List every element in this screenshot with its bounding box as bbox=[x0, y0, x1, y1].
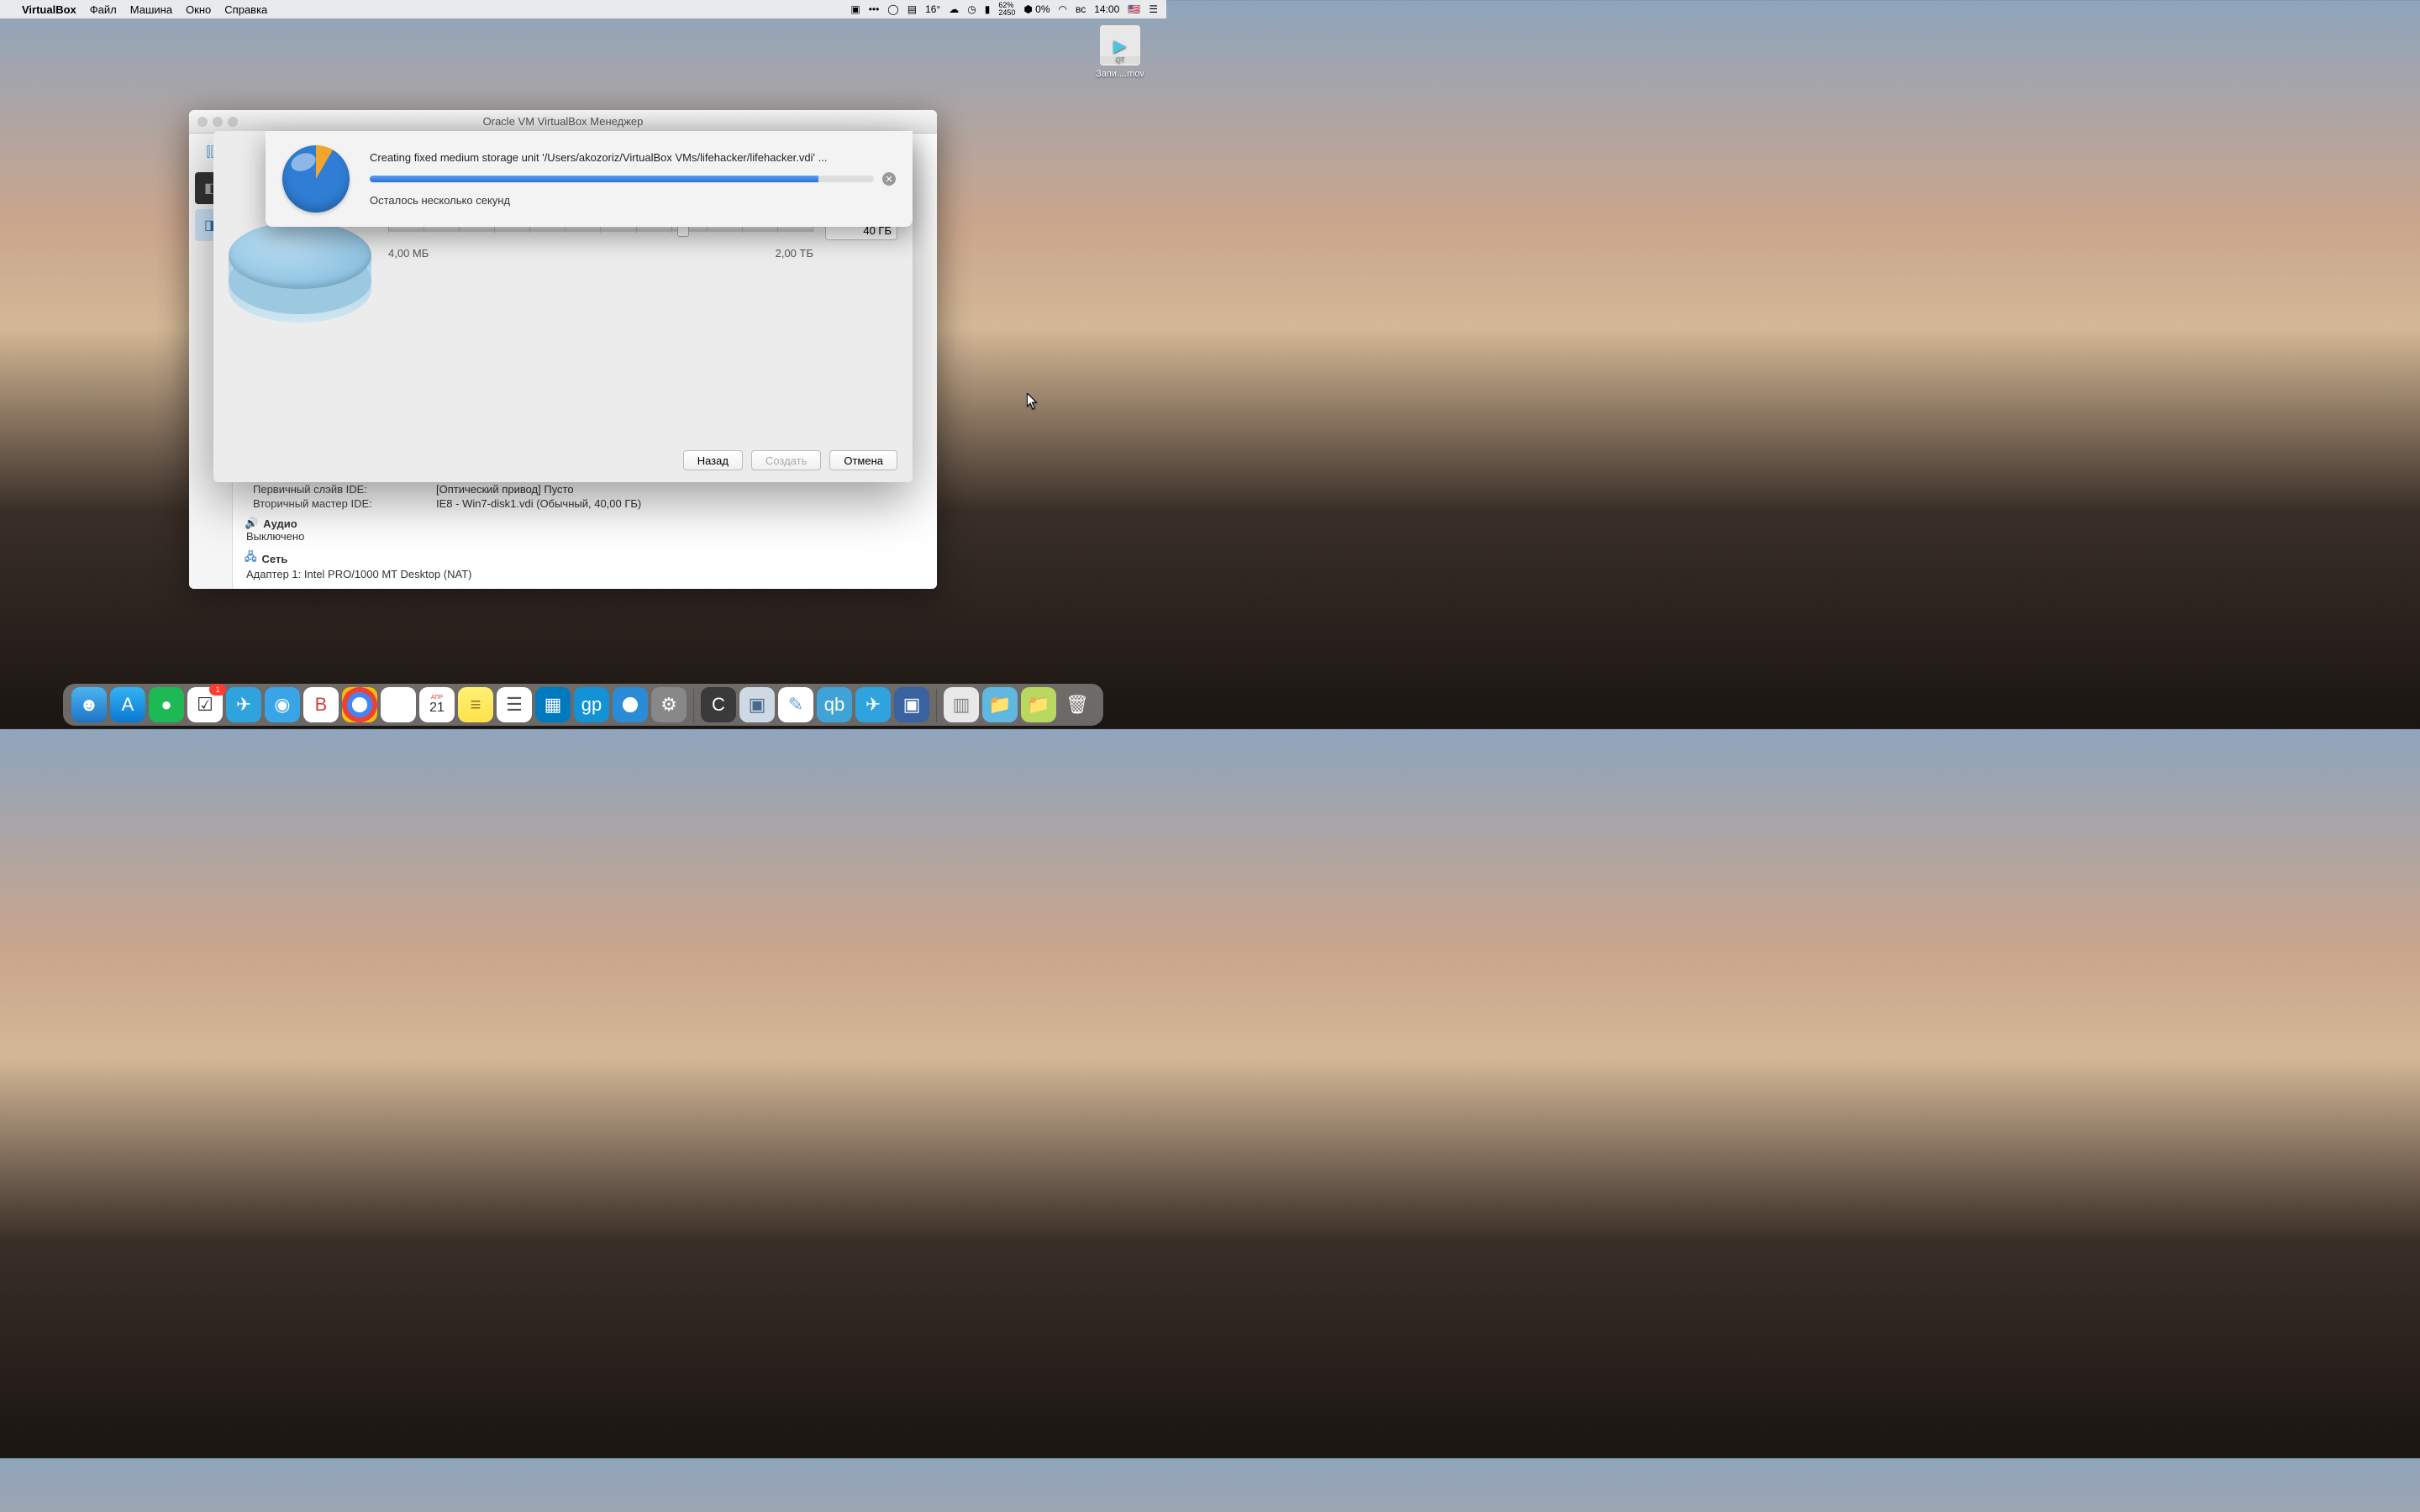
detail-value: [Оптический привод] Пусто bbox=[436, 483, 574, 496]
status-battery-detail: 62%2450 bbox=[998, 2, 1015, 17]
dock-bear[interactable]: B bbox=[303, 687, 339, 722]
desktop-file[interactable]: ▶ Запи....mov bbox=[1095, 25, 1145, 79]
menu-window[interactable]: Окно bbox=[186, 3, 211, 16]
dock-app-c[interactable]: C bbox=[701, 687, 736, 722]
dock-separator bbox=[693, 689, 694, 722]
dock: ☻ A ● ☑ ✈ ◉ B ✿ АПР21 ≡ ☰ ▦ gp ✦ ⚙ C ▣ ✎… bbox=[63, 684, 1103, 726]
window-titlebar[interactable]: Oracle VM VirtualBox Менеджер bbox=[189, 110, 937, 134]
status-time[interactable]: 14:00 bbox=[1094, 3, 1119, 15]
dock-app-gp[interactable]: gp bbox=[574, 687, 609, 722]
dock-calendar[interactable]: АПР21 bbox=[419, 687, 455, 722]
create-button: Создать bbox=[751, 450, 821, 470]
progress-pie-icon bbox=[282, 145, 350, 213]
status-temperature[interactable]: 16° bbox=[925, 3, 940, 15]
slider-min-label: 4,00 МБ bbox=[388, 247, 429, 260]
cursor-icon bbox=[1027, 393, 1039, 410]
audio-section-header[interactable]: 🔊 Аудио bbox=[245, 517, 925, 530]
audio-status: Выключено bbox=[245, 530, 925, 543]
slider-max-label: 2,00 ТБ bbox=[776, 247, 813, 260]
dock-settings[interactable]: ⚙ bbox=[651, 687, 687, 722]
dock-qbittorrent[interactable]: qb bbox=[817, 687, 852, 722]
flag-icon[interactable]: 🇺🇸 bbox=[1128, 3, 1140, 15]
dock-appstore[interactable]: A bbox=[110, 687, 145, 722]
progress-remaining: Осталось несколько секунд bbox=[370, 194, 896, 207]
wifi-icon[interactable]: ◠ bbox=[1059, 3, 1067, 15]
dock-todo[interactable]: ☰ bbox=[497, 687, 532, 722]
desktop-file-name: Запи....mov bbox=[1095, 69, 1145, 79]
dock-telegram-2[interactable]: ✈ bbox=[855, 687, 891, 722]
status-icon[interactable]: ◯ bbox=[887, 3, 898, 15]
clock-icon[interactable]: ◷ bbox=[967, 3, 976, 15]
dock-spotify[interactable]: ● bbox=[149, 687, 184, 722]
menubar-right: ▣ ••• ◯ ▤ 16° ☁ ◷ ▮ 62%2450 ⬢ 0% ◠ вс 14… bbox=[850, 2, 1158, 17]
app-name[interactable]: VirtualBox bbox=[22, 3, 76, 16]
dock-trello[interactable]: ▦ bbox=[535, 687, 571, 722]
menu-extras-icon[interactable]: ☰ bbox=[1149, 3, 1158, 15]
network-icon: 🖧 bbox=[245, 549, 257, 568]
cancel-button[interactable]: Отмена bbox=[829, 450, 897, 470]
dock-preview[interactable]: ▣ bbox=[739, 687, 775, 722]
battery-icon[interactable]: ▮ bbox=[985, 3, 991, 15]
menu-machine[interactable]: Машина bbox=[130, 3, 172, 16]
size-slider[interactable] bbox=[388, 228, 813, 232]
menu-file[interactable]: Файл bbox=[90, 3, 117, 16]
network-section-header[interactable]: 🖧 Сеть bbox=[245, 549, 925, 568]
dock-virtualbox[interactable]: ▣ bbox=[894, 687, 929, 722]
dock-freeform[interactable]: ✎ bbox=[778, 687, 813, 722]
dock-separator bbox=[936, 689, 937, 722]
dock-safari[interactable]: ✦ bbox=[613, 687, 648, 722]
progress-bar bbox=[370, 176, 874, 182]
audio-icon: 🔊 bbox=[245, 517, 258, 530]
menubar-left: VirtualBox Файл Машина Окно Справка bbox=[8, 3, 267, 16]
dock-tweetbot[interactable]: ◉ bbox=[265, 687, 300, 722]
dock-folder[interactable]: 📁 bbox=[1021, 687, 1056, 722]
dock-notes[interactable]: ≡ bbox=[458, 687, 493, 722]
status-icon[interactable]: ▣ bbox=[850, 3, 860, 15]
dock-chrome[interactable] bbox=[342, 687, 377, 722]
quicktime-file-icon: ▶ bbox=[1100, 25, 1140, 66]
dock-photos[interactable]: ✿ bbox=[381, 687, 416, 722]
window-title: Oracle VM VirtualBox Менеджер bbox=[189, 115, 937, 128]
dock-telegram[interactable]: ✈ bbox=[226, 687, 261, 722]
menubar: VirtualBox Файл Машина Окно Справка ▣ ••… bbox=[0, 0, 1166, 18]
status-icon[interactable]: ••• bbox=[869, 3, 880, 15]
dock-stack[interactable]: ▥ bbox=[944, 687, 979, 722]
progress-dialog: Creating fixed medium storage unit '/Use… bbox=[266, 131, 913, 227]
detail-label: Вторичный мастер IDE: bbox=[253, 497, 421, 510]
progress-title: Creating fixed medium storage unit '/Use… bbox=[370, 151, 896, 164]
progress-cancel-button[interactable]: ✕ bbox=[882, 172, 896, 186]
dock-trash[interactable]: 🗑 bbox=[1060, 687, 1095, 722]
cloud-icon[interactable]: ☁ bbox=[949, 3, 959, 15]
dock-reminders[interactable]: ☑ bbox=[187, 687, 223, 722]
status-icon[interactable]: ▤ bbox=[908, 3, 917, 15]
status-day[interactable]: вс bbox=[1076, 3, 1086, 15]
dock-downloads[interactable]: 📁 bbox=[982, 687, 1018, 722]
detail-value: IE8 - Win7-disk1.vdi (Обычный, 40,00 ГБ) bbox=[436, 497, 641, 510]
back-button[interactable]: Назад bbox=[683, 450, 743, 470]
detail-label: Первичный слэйв IDE: bbox=[253, 483, 421, 496]
menu-help[interactable]: Справка bbox=[224, 3, 267, 16]
dropbox-icon[interactable]: ⬢ 0% bbox=[1023, 3, 1050, 15]
dock-finder[interactable]: ☻ bbox=[71, 687, 107, 722]
network-adapter: Адаптер 1: Intel PRO/1000 MT Desktop (NA… bbox=[245, 568, 925, 580]
